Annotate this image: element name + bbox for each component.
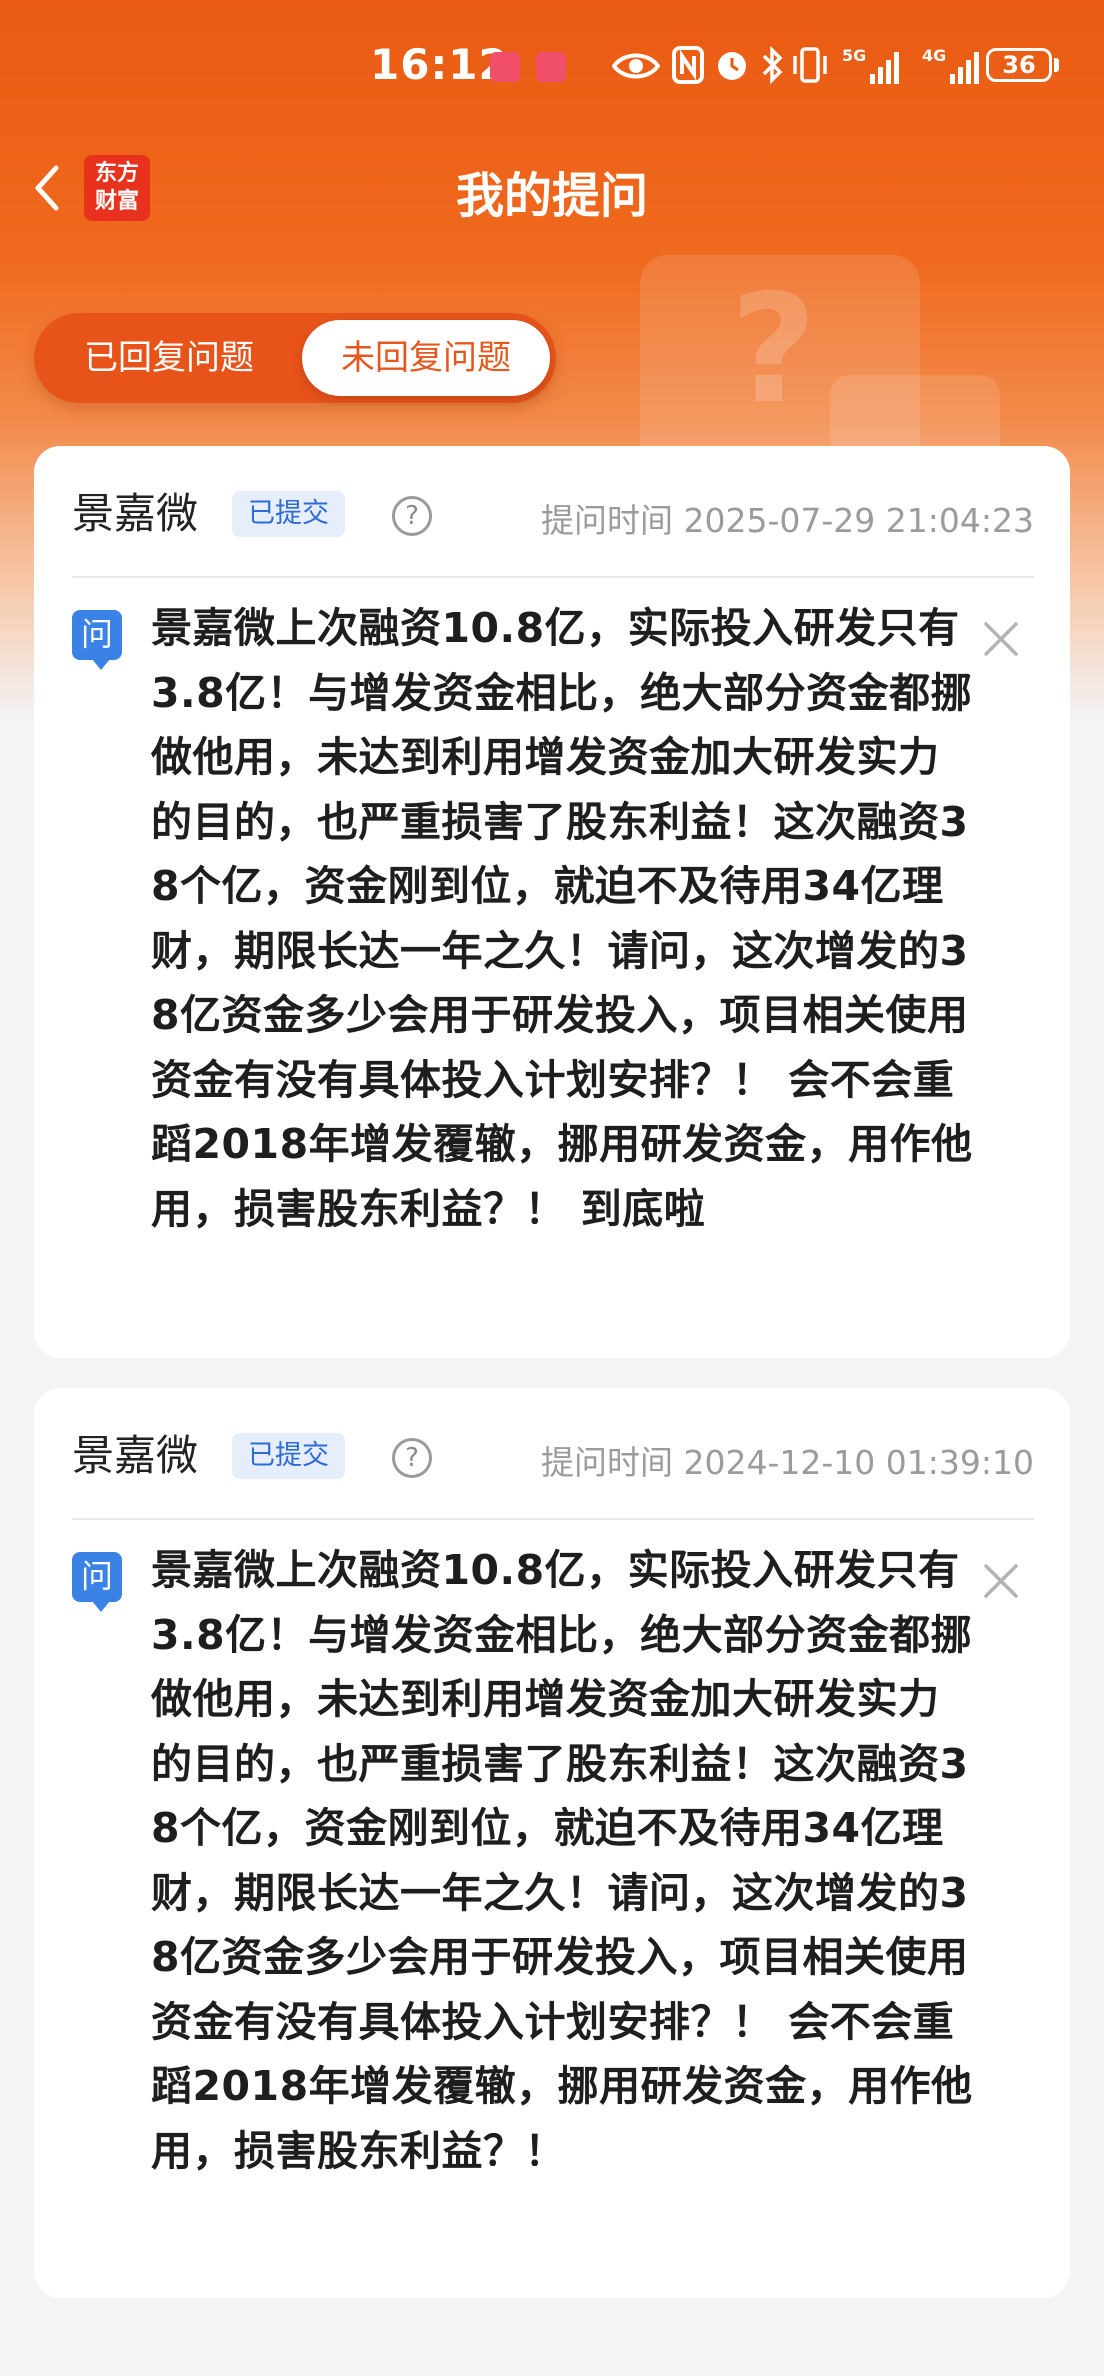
question-card: 景嘉微 已提交 ? 提问时间 2024-12-10 01:39:10 问 景嘉微… — [34, 1388, 1070, 2298]
eye-icon — [612, 53, 660, 79]
divider — [72, 1518, 1034, 1520]
question-time: 提问时间 2025-07-29 21:04:23 — [541, 501, 1034, 540]
question-text: 景嘉微上次融资10.8亿，实际投入研发只有3.8亿！与增发资金相比，绝大部分资金… — [151, 604, 973, 1233]
page-title: 我的提问 — [455, 168, 648, 224]
status-time: 16:12 — [370, 40, 509, 89]
question-card-header: 景嘉微 已提交 ? 提问时间 2024-12-10 01:39:10 — [72, 1428, 1034, 1488]
vibrate-icon — [793, 47, 827, 83]
question-tab-switch: 已回复问题 未回复问题 — [34, 313, 556, 403]
status-bar: 16:12 5G 4G 36 — [0, 0, 1104, 130]
nfc-icon — [672, 46, 704, 84]
divider — [72, 576, 1034, 578]
signal-5g-icon — [846, 48, 899, 84]
close-icon[interactable] — [980, 618, 1022, 660]
company-name[interactable]: 景嘉微 — [72, 1428, 198, 1484]
alarm-icon — [718, 52, 746, 80]
question-icon: 问 — [72, 1552, 122, 1612]
company-name[interactable]: 景嘉微 — [72, 486, 198, 542]
help-icon[interactable]: ? — [392, 496, 432, 536]
question-icon: 问 — [72, 610, 122, 670]
battery-tip — [1054, 58, 1059, 72]
question-card: 景嘉微 已提交 ? 提问时间 2025-07-29 21:04:23 问 景嘉微… — [34, 446, 1070, 1358]
tab-unanswered-questions[interactable]: 未回复问题 — [302, 320, 550, 396]
status-badge: 已提交 — [232, 491, 345, 537]
battery-icon: 36 — [986, 48, 1052, 82]
question-text: 景嘉微上次融资10.8亿，实际投入研发只有3.8亿！与增发资金相比，绝大部分资金… — [151, 1546, 973, 2175]
question-time: 提问时间 2024-12-10 01:39:10 — [541, 1443, 1034, 1482]
tab-answered-questions[interactable]: 已回复问题 — [44, 320, 294, 396]
help-icon[interactable]: ? — [392, 1438, 432, 1478]
close-icon[interactable] — [980, 1560, 1022, 1602]
app-notification-icon — [536, 52, 566, 82]
status-badge: 已提交 — [232, 1433, 345, 1479]
bluetooth-icon — [762, 46, 783, 84]
app-notification-icon — [490, 52, 520, 82]
signal-4g-icon — [926, 48, 979, 84]
question-card-header: 景嘉微 已提交 ? 提问时间 2025-07-29 21:04:23 — [72, 486, 1034, 546]
